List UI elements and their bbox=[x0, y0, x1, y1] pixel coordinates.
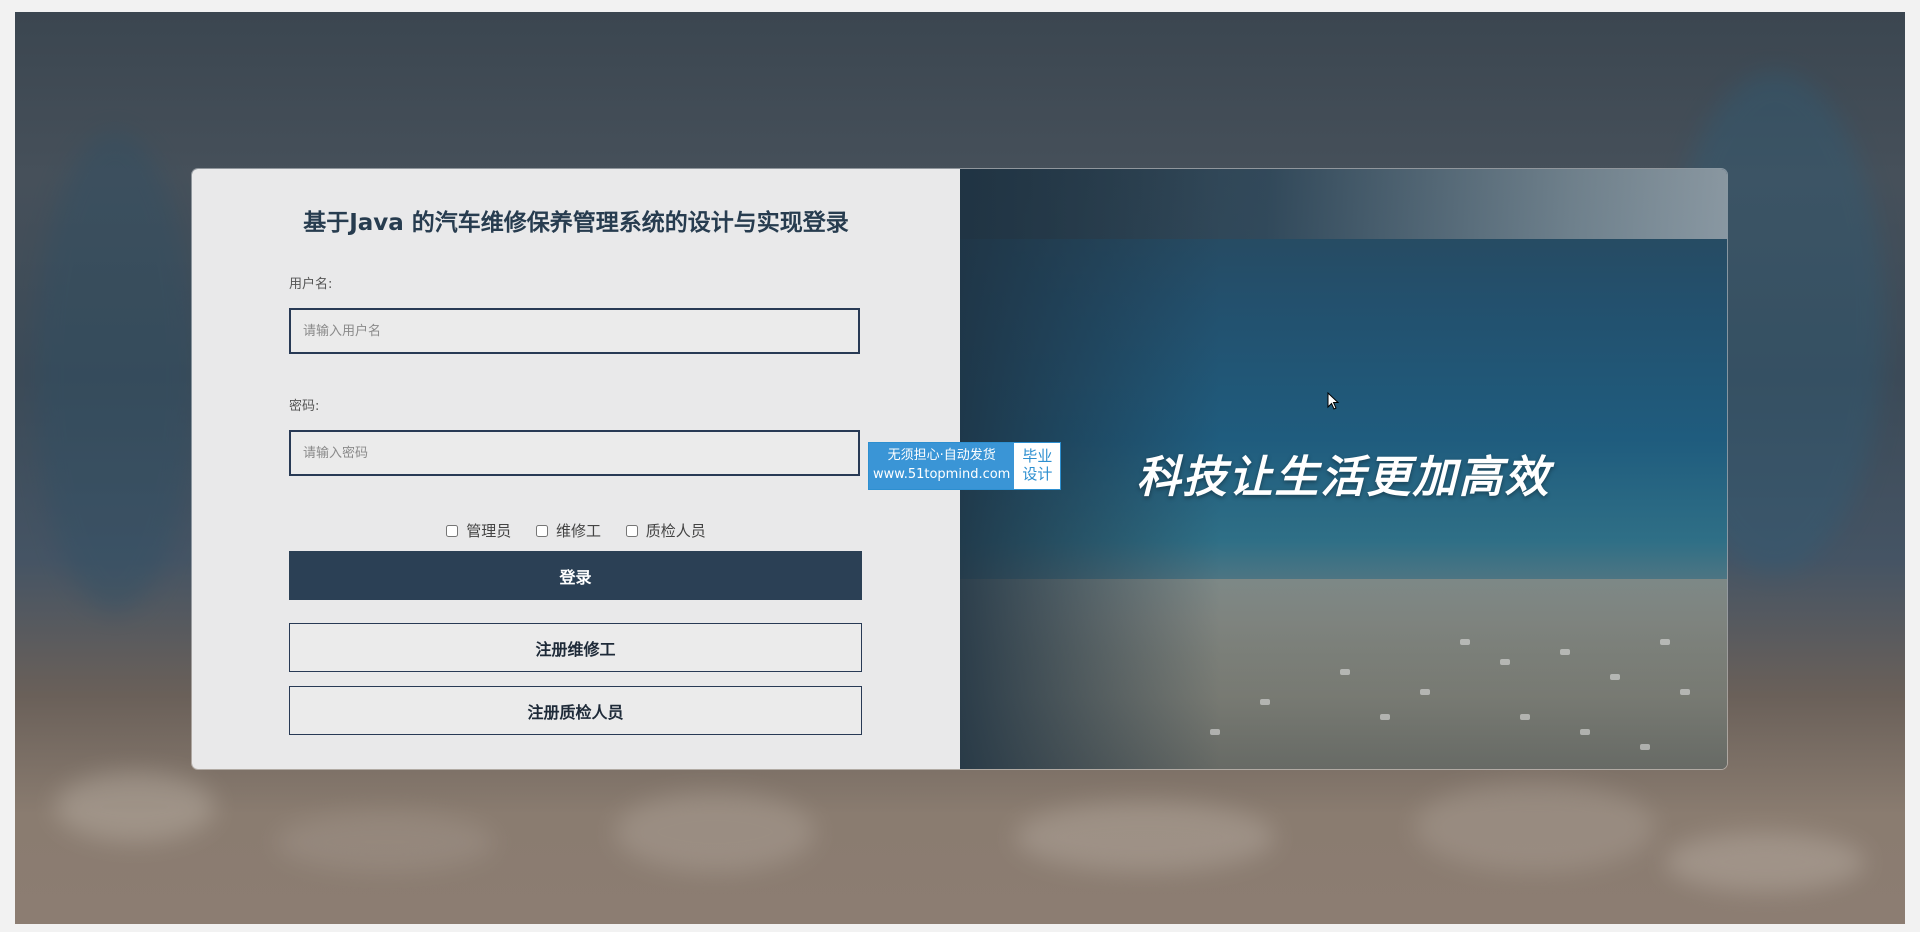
watermark-line1: 无须担心·自动发货 bbox=[887, 448, 996, 463]
role-label-mechanic: 维修工 bbox=[555, 522, 601, 540]
login-button[interactable]: 登录 bbox=[289, 551, 862, 600]
watermark-text: 无须担心·自动发货 www.51topmind.com bbox=[869, 443, 1015, 489]
role-option-mechanic[interactable]: 维修工 bbox=[535, 520, 601, 541]
mouse-cursor-icon bbox=[1327, 392, 1339, 410]
password-label: 密码: bbox=[289, 399, 320, 414]
login-panel: 基于Java 的汽车维修保养管理系统的设计与实现登录 用户名: 密码: 管理员 … bbox=[192, 169, 960, 769]
watermark-line2: www.51topmind.com bbox=[873, 467, 1011, 482]
role-selector: 管理员 维修工 质检人员 bbox=[192, 520, 960, 541]
role-label-inspector: 质检人员 bbox=[645, 522, 706, 540]
watermark-badge-line2: 设计 bbox=[1022, 465, 1053, 483]
username-label: 用户名: bbox=[289, 277, 333, 292]
watermark-label: 毕业 设计 bbox=[1014, 443, 1060, 489]
password-input[interactable] bbox=[289, 430, 860, 476]
role-checkbox-inspector[interactable] bbox=[625, 525, 638, 537]
banner-slogan: 科技让生活更加高效 bbox=[1136, 452, 1551, 503]
watermark-badge-line1: 毕业 bbox=[1022, 447, 1053, 465]
role-checkbox-admin[interactable] bbox=[446, 525, 459, 537]
register-mechanic-button[interactable]: 注册维修工 bbox=[289, 623, 862, 672]
register-inspector-button[interactable]: 注册质检人员 bbox=[289, 686, 862, 735]
role-option-admin[interactable]: 管理员 bbox=[446, 520, 511, 541]
role-checkbox-mechanic[interactable] bbox=[535, 525, 548, 537]
role-option-inspector[interactable]: 质检人员 bbox=[625, 520, 706, 541]
banner-image: 科技让生活更加高效 bbox=[960, 169, 1727, 769]
role-label-admin: 管理员 bbox=[466, 522, 512, 540]
username-input[interactable] bbox=[289, 308, 860, 354]
page-title: 基于Java 的汽车维修保养管理系统的设计与实现登录 bbox=[303, 210, 849, 236]
watermark-badge: 无须担心·自动发货 www.51topmind.com 毕业 设计 bbox=[868, 442, 1062, 490]
